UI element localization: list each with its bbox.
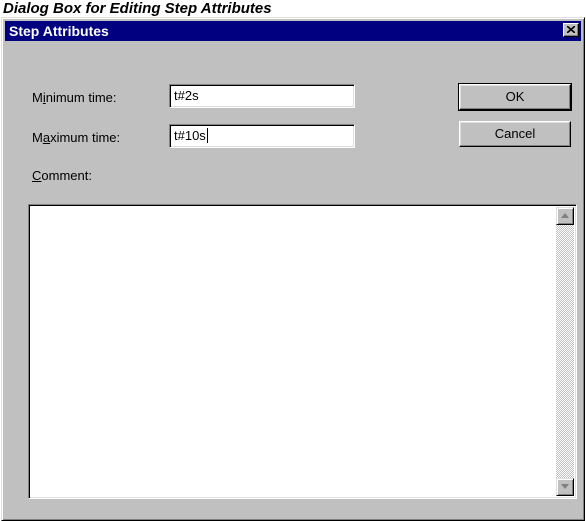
scroll-down-button[interactable] [556, 478, 574, 496]
comment-label: Comment: [32, 168, 92, 183]
max-time-label: Maximum time: [32, 130, 121, 145]
comment-accelerator: C [32, 168, 42, 183]
figure-caption: Dialog Box for Editing Step Attributes [3, 0, 272, 17]
min-time-label: Minimum time: [32, 90, 117, 105]
triangle-up-icon [561, 213, 569, 218]
cancel-button[interactable]: Cancel [459, 121, 571, 147]
window-title: Step Attributes [9, 23, 109, 39]
scroll-up-button[interactable] [556, 207, 574, 225]
comment-textarea[interactable] [28, 204, 577, 499]
max-time-input[interactable]: t#10s [169, 124, 355, 148]
max-time-value: t#10s [174, 128, 206, 143]
triangle-down-icon [561, 484, 569, 489]
min-time-input[interactable]: t#2s [169, 84, 355, 108]
text-caret [206, 128, 208, 143]
comment-scrollbar[interactable] [556, 207, 574, 496]
step-attributes-dialog: Step Attributes Minimum time: t#2s Maxim… [1, 17, 585, 521]
max-time-accelerator: a [42, 130, 51, 145]
ok-button[interactable]: OK [458, 83, 572, 111]
close-icon [567, 26, 575, 33]
close-button[interactable] [563, 23, 579, 37]
title-bar[interactable]: Step Attributes [5, 21, 581, 41]
min-time-value: t#2s [174, 88, 199, 103]
